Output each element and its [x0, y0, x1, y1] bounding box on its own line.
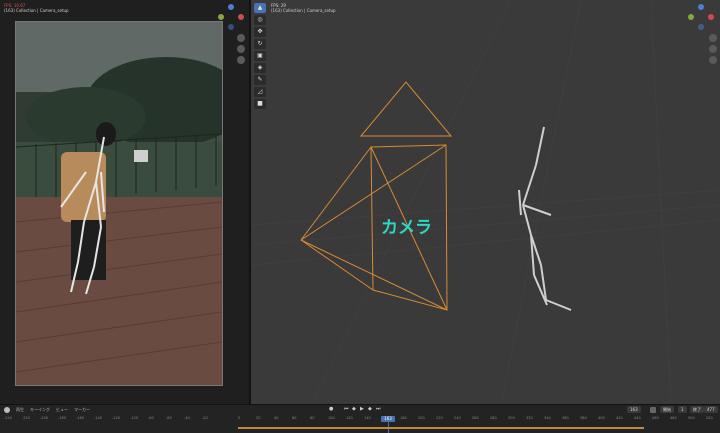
- record-button[interactable]: ●: [329, 406, 333, 412]
- camera-annotation: カメラ: [381, 218, 432, 238]
- ruler-tick: 100: [328, 416, 335, 420]
- menu-marker[interactable]: マーカー: [74, 407, 90, 413]
- ruler-tick: -160: [76, 416, 84, 420]
- play-icon[interactable]: ▶: [360, 406, 364, 412]
- pan-hand-icon[interactable]: [709, 45, 717, 53]
- cursor-icon[interactable]: ◎: [254, 15, 266, 25]
- z-axis-dot[interactable]: [698, 4, 704, 10]
- ruler-tick: -100: [130, 416, 138, 420]
- frame-start-field[interactable]: 1: [678, 406, 687, 413]
- ruler-tick: 40: [274, 416, 279, 420]
- ruler-tick: 0: [238, 416, 241, 420]
- select-cursor-icon[interactable]: ▲: [254, 3, 266, 13]
- tool-shelf: ▲ ◎ ✥ ↻ ▣ ◈ ✎ ◿ ■: [254, 3, 266, 109]
- reference-photo: [15, 21, 223, 386]
- x-axis-dot[interactable]: [238, 14, 244, 20]
- right-axis-gizmo[interactable]: [688, 4, 714, 30]
- frame-end-field[interactable]: 477: [704, 406, 718, 413]
- camera-view-icon[interactable]: [709, 56, 717, 64]
- pan-hand-icon[interactable]: [237, 45, 245, 53]
- ruler-tick: 220: [436, 416, 443, 420]
- left-collection-label: (163) Collection | Camera_setup: [4, 8, 69, 13]
- scale-icon[interactable]: ▣: [254, 51, 266, 61]
- ruler-tick: 280: [490, 416, 497, 420]
- ruler-tick: -180: [58, 416, 66, 420]
- ruler-tick: 300: [508, 416, 515, 420]
- menu-keying[interactable]: キーイング: [30, 407, 50, 413]
- ruler-tick: -200: [40, 416, 48, 420]
- ruler-tick: -20: [202, 416, 208, 420]
- next-keyframe-icon[interactable]: ◆: [368, 406, 372, 412]
- ruler-tick: 480: [670, 416, 677, 420]
- camera-gizmo[interactable]: [300, 81, 453, 311]
- reference-photo-scene: [16, 22, 222, 385]
- viewport-scene: [251, 0, 720, 405]
- ruler-tick: 460: [652, 416, 659, 420]
- ruler-tick: 240: [454, 416, 461, 420]
- ruler-tick: 60: [292, 416, 297, 420]
- ruler-tick: 400: [598, 416, 605, 420]
- ruler-tick: -40: [184, 416, 190, 420]
- ruler-tick: 200: [418, 416, 425, 420]
- ruler-tick: -80: [148, 416, 154, 420]
- zoom-icon[interactable]: [237, 34, 245, 42]
- right-nav-buttons: [709, 34, 717, 64]
- ruler-tick: -220: [22, 416, 30, 420]
- grid-lines: [251, 0, 720, 405]
- ruler-tick: 420: [616, 416, 623, 420]
- ruler-tick: 360: [562, 416, 569, 420]
- ruler-tick: 340: [544, 416, 551, 420]
- move-icon[interactable]: ✥: [254, 27, 266, 37]
- current-frame-field[interactable]: 163: [627, 406, 641, 413]
- right-viewport[interactable]: FPS: 29 (163) Collection | Camera_setup: [251, 0, 720, 405]
- ruler-tick: 260: [472, 416, 479, 420]
- ruler-tick: -240: [4, 416, 12, 420]
- ruler-tick: 320: [526, 416, 533, 420]
- y-axis-dot[interactable]: [688, 14, 694, 20]
- annotate-icon[interactable]: ✎: [254, 75, 266, 85]
- zoom-icon[interactable]: [709, 34, 717, 42]
- frame-start-label: 開始: [660, 406, 674, 413]
- left-viewport-info: FPS: 10.67 (163) Collection | Camera_set…: [4, 3, 69, 13]
- ruler-tick: 500: [688, 416, 695, 420]
- camera-view-icon[interactable]: [237, 56, 245, 64]
- timeline-panel: 再生 キーイング ビュー マーカー ● ⏮ ◆ ▶ ◆ ⏭ 163 開始 1 終…: [0, 404, 720, 433]
- ruler-tick: 180: [400, 416, 407, 420]
- frame-end-label: 終了: [690, 406, 704, 413]
- ruler-tick: 380: [580, 416, 587, 420]
- clock-icon[interactable]: [4, 407, 10, 413]
- z-axis-dot[interactable]: [228, 4, 234, 10]
- jump-end-icon[interactable]: ⏭: [376, 406, 381, 412]
- measure-icon[interactable]: ◿: [254, 87, 266, 97]
- menu-view[interactable]: ビュー: [56, 407, 68, 413]
- ruler-tick: 140: [364, 416, 371, 420]
- left-axis-gizmo[interactable]: [218, 4, 244, 30]
- ruler-tick: 80: [310, 416, 315, 420]
- ruler-tick: 20: [256, 416, 261, 420]
- y-axis-dot[interactable]: [218, 14, 224, 20]
- rotate-icon[interactable]: ↻: [254, 39, 266, 49]
- x-axis-dot[interactable]: [708, 14, 714, 20]
- ruler-tick: -60: [166, 416, 172, 420]
- neg-z-axis-dot[interactable]: [228, 24, 234, 30]
- menu-playback[interactable]: 再生: [16, 407, 24, 413]
- jump-start-icon[interactable]: ⏮: [344, 406, 349, 412]
- frame-range-bar: [238, 427, 644, 429]
- ruler-tick: -120: [112, 416, 120, 420]
- ruler-tick: 440: [634, 416, 641, 420]
- clock-sync-icon[interactable]: [650, 407, 656, 413]
- transform-icon[interactable]: ◈: [254, 63, 266, 73]
- ruler-tick: 120: [346, 416, 353, 420]
- left-viewport[interactable]: FPS: 10.67 (163) Collection | Camera_set…: [0, 0, 249, 405]
- frame-ruler[interactable]: -240 -220 -200 -180 -160 -140 -120 -100 …: [0, 415, 720, 422]
- neg-z-axis-dot[interactable]: [698, 24, 704, 30]
- ruler-tick: -140: [94, 416, 102, 420]
- prev-keyframe-icon[interactable]: ◆: [352, 406, 356, 412]
- add-cube-icon[interactable]: ■: [254, 99, 266, 109]
- ruler-tick: 520: [706, 416, 713, 420]
- left-nav-buttons: [237, 34, 245, 64]
